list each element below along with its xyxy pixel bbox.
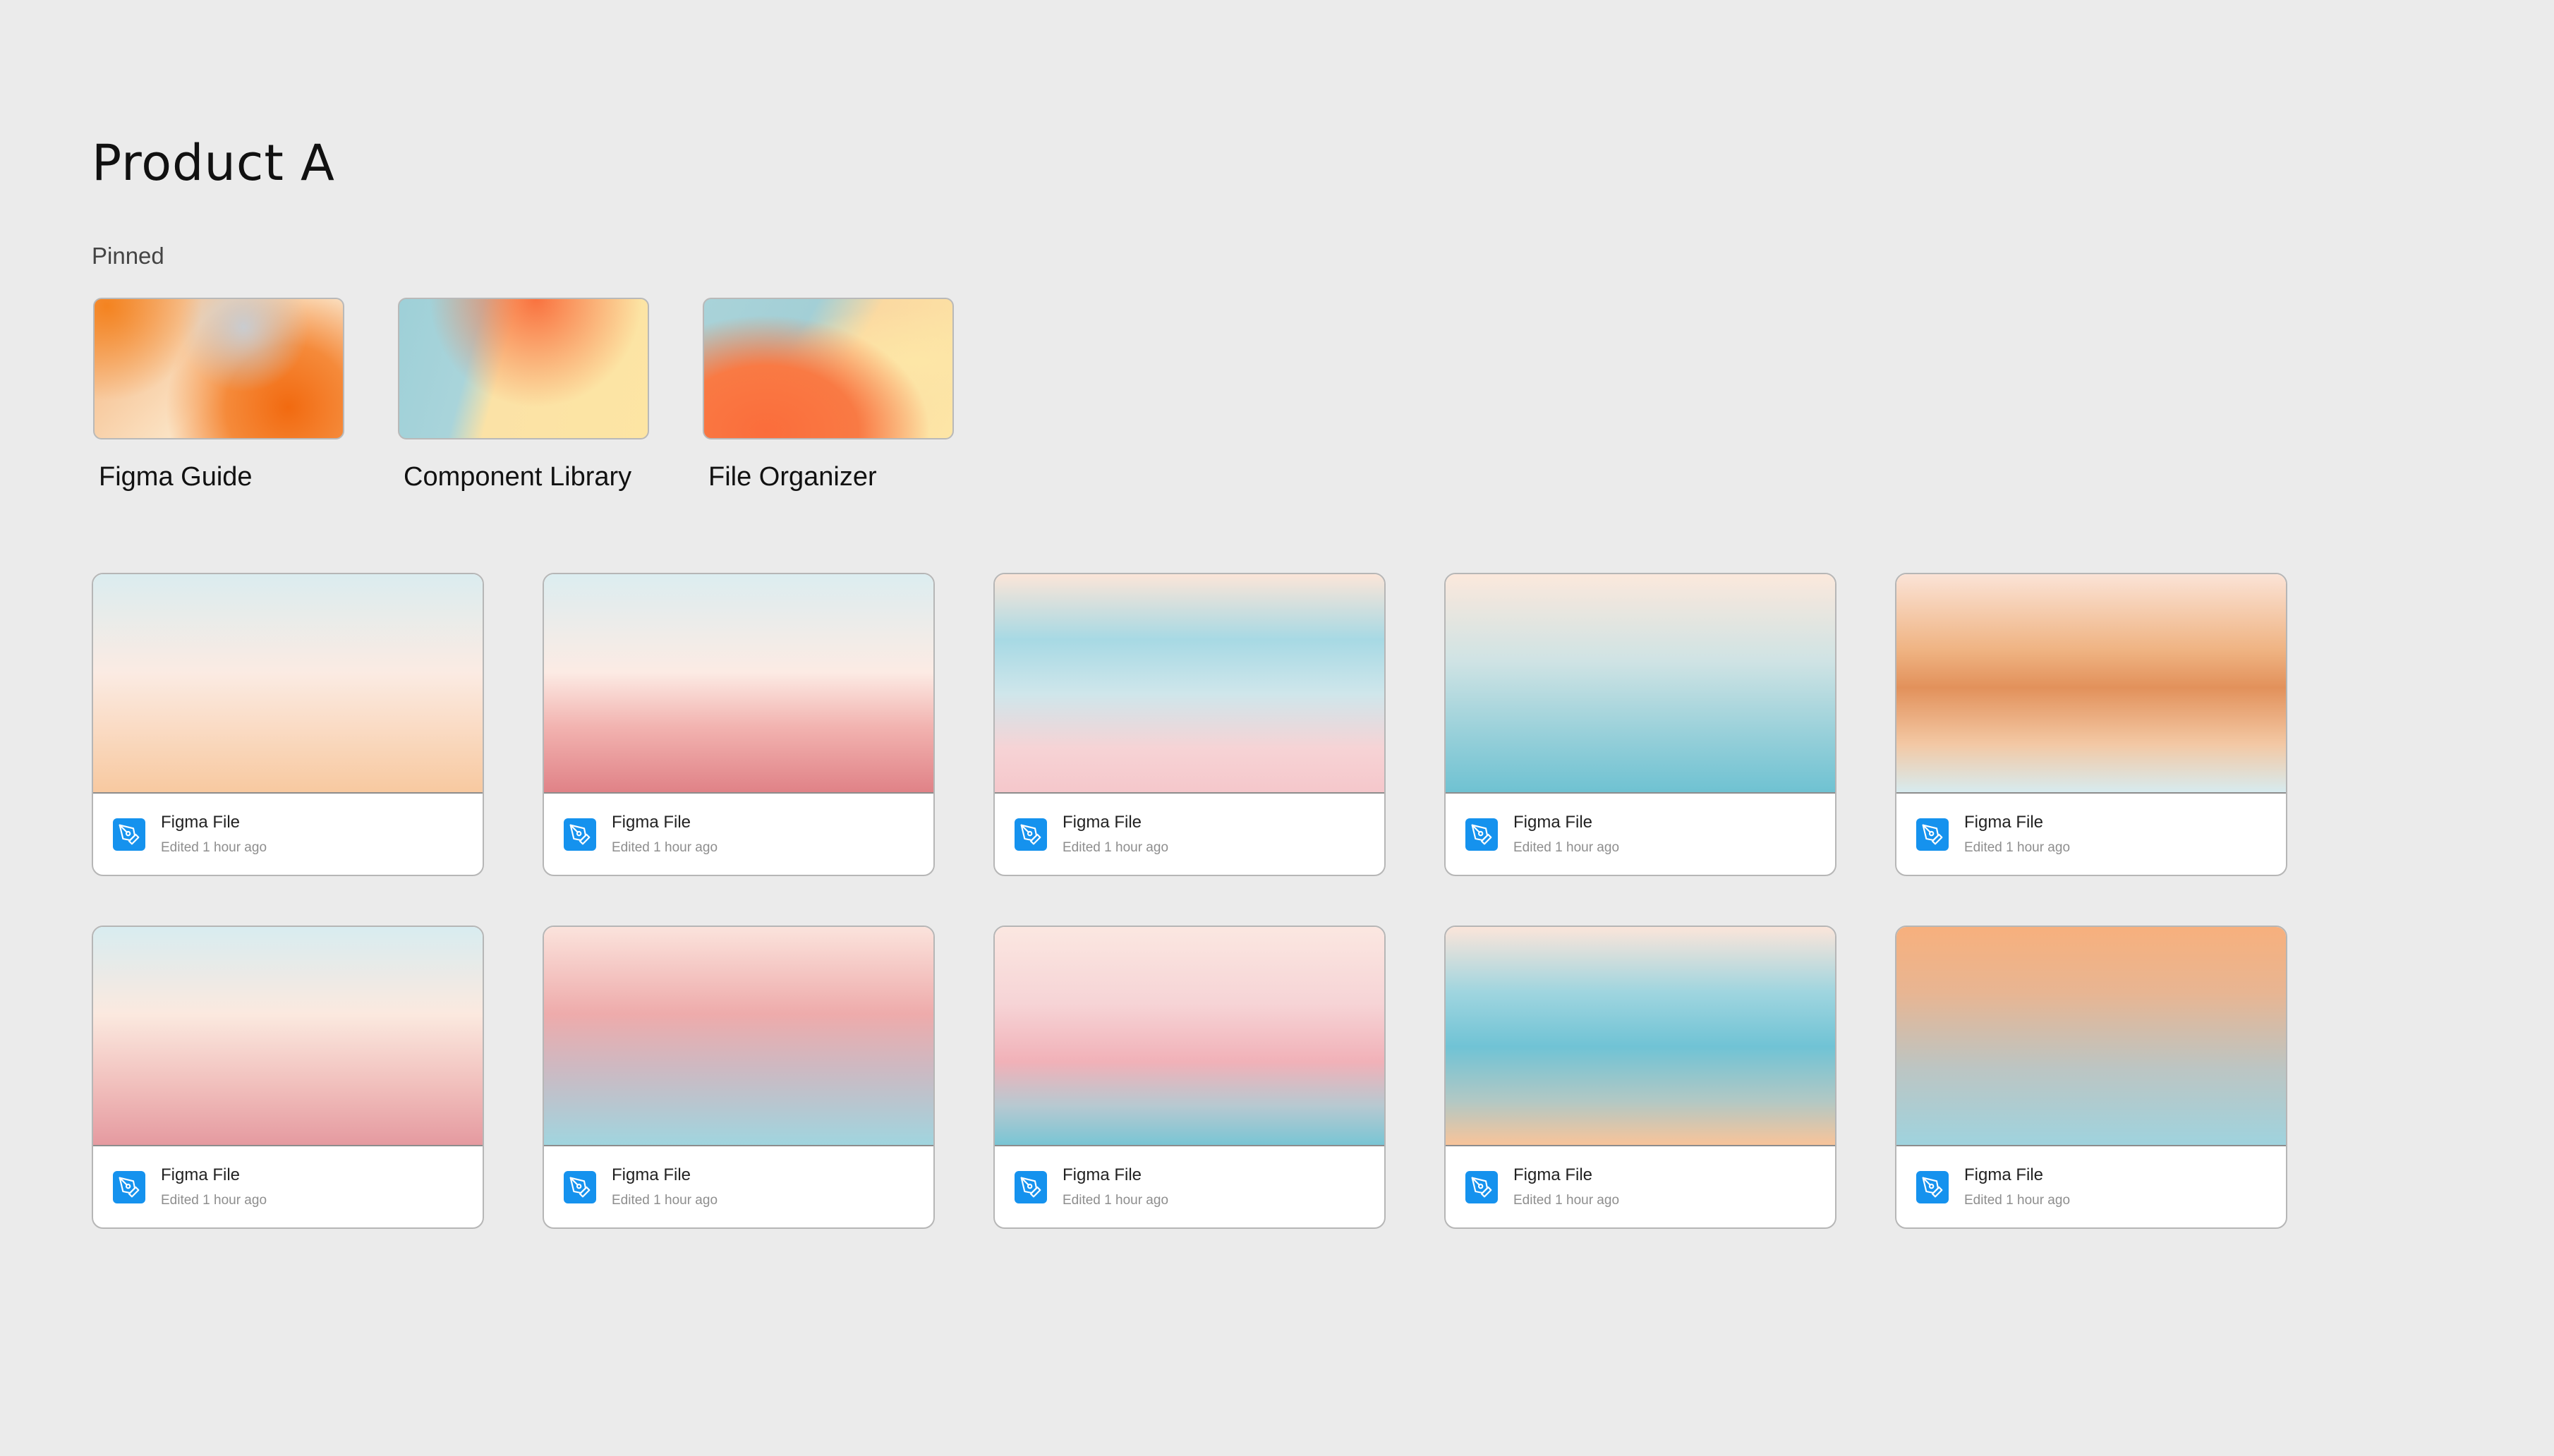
pinned-thumbnail — [398, 298, 649, 439]
file-title: Figma File — [1964, 813, 2044, 832]
pinned-item-label: Figma Guide — [99, 462, 253, 492]
file-title: Figma File — [1063, 1165, 1142, 1184]
file-card[interactable]: Figma File Edited 1 hour ago — [1895, 926, 2287, 1229]
file-card-footer: Figma File Edited 1 hour ago — [544, 1146, 933, 1227]
pen-tool-icon — [1916, 818, 1949, 851]
file-title: Figma File — [1964, 1165, 2044, 1184]
file-thumbnail — [544, 927, 933, 1146]
file-thumbnail — [93, 927, 483, 1146]
file-card-footer: Figma File Edited 1 hour ago — [995, 1146, 1384, 1227]
pen-tool-icon — [564, 1170, 596, 1203]
pinned-item-component-library[interactable]: Component Library — [398, 298, 649, 490]
file-card-footer: Figma File Edited 1 hour ago — [93, 794, 483, 875]
pen-tool-icon — [113, 818, 145, 851]
file-title: Figma File — [612, 1165, 691, 1184]
file-edited-time: Edited 1 hour ago — [161, 840, 267, 855]
file-card[interactable]: Figma File Edited 1 hour ago — [1444, 573, 1836, 876]
file-card[interactable]: Figma File Edited 1 hour ago — [543, 926, 935, 1229]
pen-tool-icon — [564, 818, 596, 851]
project-page: Product A Pinned Figma Guide Component L… — [0, 0, 2554, 1456]
file-card-footer: Figma File Edited 1 hour ago — [995, 794, 1384, 875]
file-edited-time: Edited 1 hour ago — [1513, 840, 1620, 855]
file-thumbnail — [995, 574, 1384, 794]
file-thumbnail — [1896, 927, 2286, 1146]
pinned-item-figma-guide[interactable]: Figma Guide — [93, 298, 344, 490]
pinned-section-label: Pinned — [92, 243, 164, 269]
pen-tool-icon — [1015, 818, 1047, 851]
file-title: Figma File — [1513, 813, 1593, 832]
file-edited-time: Edited 1 hour ago — [1063, 1193, 1169, 1208]
file-edited-time: Edited 1 hour ago — [1964, 1193, 2071, 1208]
pen-tool-icon — [1465, 1170, 1498, 1203]
file-title: Figma File — [161, 813, 241, 832]
file-edited-time: Edited 1 hour ago — [612, 840, 718, 855]
pen-tool-icon — [113, 1170, 145, 1203]
pinned-thumbnail — [703, 298, 954, 439]
pinned-thumbnail — [93, 298, 344, 439]
file-title: Figma File — [612, 813, 691, 832]
file-edited-time: Edited 1 hour ago — [1513, 1193, 1620, 1208]
file-thumbnail — [995, 927, 1384, 1146]
page-title: Product A — [92, 134, 335, 192]
file-card[interactable]: Figma File Edited 1 hour ago — [543, 573, 935, 876]
pinned-item-label: Component Library — [404, 462, 632, 492]
file-card-footer: Figma File Edited 1 hour ago — [1446, 1146, 1835, 1227]
pinned-item-label: File Organizer — [708, 462, 877, 492]
file-edited-time: Edited 1 hour ago — [612, 1193, 718, 1208]
file-card-footer: Figma File Edited 1 hour ago — [1446, 794, 1835, 875]
file-title: Figma File — [161, 1165, 241, 1184]
file-grid: Figma File Edited 1 hour ago Figma File … — [92, 573, 2287, 1229]
file-thumbnail — [1446, 927, 1835, 1146]
file-card-footer: Figma File Edited 1 hour ago — [1896, 794, 2286, 875]
file-card[interactable]: Figma File Edited 1 hour ago — [993, 926, 1386, 1229]
file-thumbnail — [544, 574, 933, 794]
pen-tool-icon — [1015, 1170, 1047, 1203]
file-thumbnail — [1896, 574, 2286, 794]
pinned-item-file-organizer[interactable]: File Organizer — [703, 298, 954, 490]
file-card[interactable]: Figma File Edited 1 hour ago — [92, 573, 484, 876]
file-title: Figma File — [1063, 813, 1142, 832]
file-card-footer: Figma File Edited 1 hour ago — [1896, 1146, 2286, 1227]
file-card[interactable]: Figma File Edited 1 hour ago — [993, 573, 1386, 876]
file-thumbnail — [1446, 574, 1835, 794]
pen-tool-icon — [1916, 1170, 1949, 1203]
file-thumbnail — [93, 574, 483, 794]
file-title: Figma File — [1513, 1165, 1593, 1184]
file-card[interactable]: Figma File Edited 1 hour ago — [92, 926, 484, 1229]
file-card-footer: Figma File Edited 1 hour ago — [93, 1146, 483, 1227]
pen-tool-icon — [1465, 818, 1498, 851]
file-card[interactable]: Figma File Edited 1 hour ago — [1444, 926, 1836, 1229]
file-card-footer: Figma File Edited 1 hour ago — [544, 794, 933, 875]
file-edited-time: Edited 1 hour ago — [1964, 840, 2071, 855]
file-edited-time: Edited 1 hour ago — [1063, 840, 1169, 855]
file-card[interactable]: Figma File Edited 1 hour ago — [1895, 573, 2287, 876]
file-edited-time: Edited 1 hour ago — [161, 1193, 267, 1208]
